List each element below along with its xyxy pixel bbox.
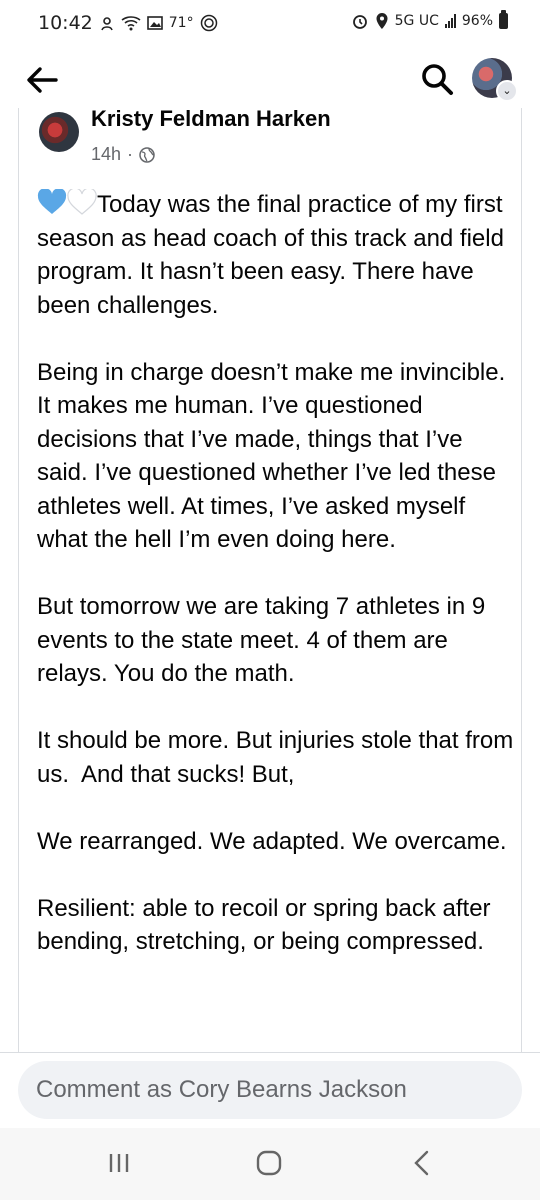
post-card: Kristy Feldman Harken 14h · Today was th… — [18, 108, 522, 1052]
post-paragraph: We rearranged. We adapted. We overcame. — [37, 827, 507, 855]
post-paragraph: Being in charge doesn’t make me invincib… — [37, 358, 512, 554]
wifi-icon — [121, 16, 141, 31]
post-paragraph: It should be more. But injuries stole th… — [37, 727, 520, 788]
home-icon[interactable] — [256, 1150, 282, 1176]
globe-icon — [139, 146, 155, 163]
post-body: Today was the final practice of my first… — [37, 188, 515, 959]
post-paragraph: Today was the final practice of my first… — [37, 191, 511, 319]
status-bar: 10:42 71° 5G UC 96% — [0, 0, 540, 48]
battery-percent: 96% — [461, 13, 493, 29]
post-author-avatar[interactable] — [39, 112, 79, 152]
signal-icon — [444, 14, 456, 28]
system-nav-bar — [0, 1128, 540, 1200]
app-bar: ⌄ — [0, 48, 540, 110]
comment-input[interactable]: Comment as Cory Bearns Jackson — [18, 1061, 522, 1119]
comment-bar: Comment as Cory Bearns Jackson — [0, 1052, 540, 1129]
status-time: 10:42 — [38, 12, 93, 34]
alarm-icon — [352, 15, 367, 29]
post-meta: 14h · — [91, 144, 155, 165]
blue-heart-emoji-icon — [37, 189, 67, 214]
recent-apps-icon[interactable] — [106, 1152, 132, 1174]
location-icon — [376, 13, 388, 29]
nav-back-icon[interactable] — [412, 1150, 430, 1176]
notification-icon — [100, 17, 113, 31]
target-icon — [200, 14, 217, 32]
post-paragraph: Resilient: able to recoil or spring back… — [37, 894, 498, 956]
gallery-icon — [146, 16, 163, 30]
search-icon[interactable] — [420, 62, 454, 96]
back-arrow-icon[interactable] — [24, 62, 60, 98]
temperature: 71° — [168, 15, 194, 31]
post-time[interactable]: 14h — [91, 144, 121, 165]
white-heart-emoji-icon — [67, 189, 97, 215]
post-author-name[interactable]: Kristy Feldman Harken — [91, 108, 331, 132]
battery-icon — [499, 10, 508, 29]
network-type: 5G UC — [394, 13, 439, 29]
meta-separator: · — [127, 144, 134, 164]
post-paragraph: But tomorrow we are taking 7 athletes in… — [37, 593, 492, 687]
chevron-down-icon[interactable]: ⌄ — [496, 80, 518, 102]
